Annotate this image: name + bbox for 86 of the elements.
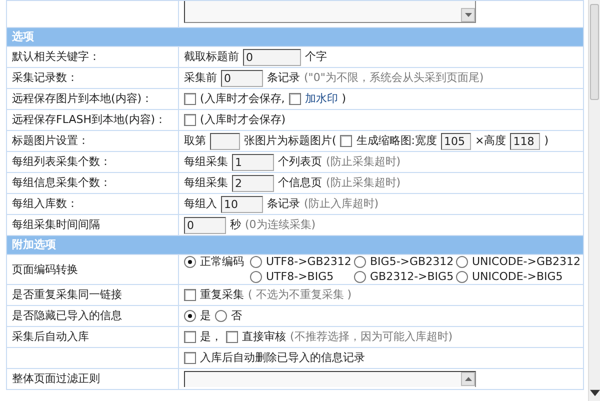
field-label: 页面编码转换 <box>6 254 178 285</box>
option-text: 入库后自动删除已导入的信息记录 <box>200 352 365 364</box>
input-field[interactable]: 0 <box>221 70 263 86</box>
checkbox[interactable] <box>184 352 196 364</box>
option-text: 重复采集 <box>200 289 244 302</box>
field-label: 采集后自动入库 <box>6 326 178 348</box>
option-label: UTF8->GB2312 <box>266 256 352 268</box>
hint-text: (不推荐选择，因为可能入库超时) <box>290 331 453 344</box>
option-text: 个字 <box>305 50 327 64</box>
option-label: BIG5->GB2312 <box>370 256 454 268</box>
hint-text: (防止采集超时) <box>326 156 401 168</box>
option-label: 否 <box>231 310 242 322</box>
watermark-link[interactable]: 加水印 <box>304 92 338 106</box>
section-header: 选项 <box>6 28 584 46</box>
field-label: 采集记录数： <box>6 68 178 88</box>
checkbox[interactable] <box>184 114 196 126</box>
hint-text: (0为连续采集) <box>245 218 316 232</box>
hint-text: ( 不选为不重复采集 ) <box>248 289 352 302</box>
field-label: 远程保存图片到本地(内容)： <box>6 88 178 110</box>
option-text: 直接审核 <box>242 331 286 344</box>
field-label: 默认相关关键字： <box>6 46 178 68</box>
checkbox[interactable] <box>184 93 196 105</box>
option-text: 截取标题前 <box>184 50 239 64</box>
input-field[interactable]: 0 <box>184 216 226 234</box>
option-text: (入库时才会保存) <box>200 114 286 126</box>
scroll-up-icon[interactable] <box>464 377 472 382</box>
option-text: 是， <box>200 331 222 344</box>
option-text: 每组入 <box>184 198 217 210</box>
radio-button[interactable] <box>354 271 366 284</box>
checkbox[interactable] <box>184 289 196 302</box>
field-label: 标题图片设置： <box>6 130 178 152</box>
radio-button[interactable] <box>354 256 366 268</box>
scroll-down-icon[interactable] <box>590 387 600 399</box>
option-text: ) <box>342 92 346 106</box>
field-label: 整体页面过滤正则 <box>6 368 178 390</box>
option-text: 取第 <box>184 134 206 148</box>
input-field[interactable]: 2 <box>232 174 274 192</box>
field-label: 远程保存FLASH到本地(内容)： <box>6 110 178 130</box>
input-field[interactable]: 0 <box>243 48 301 66</box>
option-text: ×高度 <box>475 134 506 148</box>
hint-text: (防止入库超时) <box>304 198 379 210</box>
option-label: UNICODE->BIG5 <box>472 271 563 284</box>
scrollbar[interactable] <box>588 0 600 401</box>
section-header: 附加选项 <box>6 236 584 254</box>
field-label: 是否重复采集同一链接 <box>6 284 178 306</box>
field-label: 每组入库数： <box>6 194 178 214</box>
input-field[interactable] <box>210 132 240 150</box>
option-label: 正常编码 <box>200 256 244 268</box>
checkbox[interactable] <box>184 331 196 344</box>
input-field[interactable]: 118 <box>510 132 540 150</box>
hint-text: ("0"为不限，系统会从头采到页面尾) <box>304 72 484 84</box>
option-text: 每组采集 <box>184 156 228 168</box>
input-field[interactable]: 10 <box>221 196 263 212</box>
option-text: 每组采集 <box>184 176 228 190</box>
input-field[interactable]: 1 <box>232 154 274 170</box>
field-label: 每组列表采集个数： <box>6 152 178 172</box>
checkbox[interactable] <box>226 331 238 344</box>
option-text: 张图片为标题图片( <box>244 134 336 148</box>
option-label: GB2312->BIG5 <box>370 271 454 284</box>
radio-button[interactable] <box>456 256 468 268</box>
hint-text: (防止采集超时) <box>326 176 401 190</box>
scrollbar-thumb[interactable] <box>590 4 599 100</box>
field-label: 每组信息采集个数： <box>6 172 178 194</box>
input-field[interactable]: 105 <box>441 132 472 150</box>
radio-button[interactable] <box>184 256 196 268</box>
option-label: UNICODE->GB2312 <box>472 256 581 268</box>
radio-button[interactable] <box>250 256 262 268</box>
option-label: UTF8->BIG5 <box>266 271 334 284</box>
option-text: 生成缩略图:宽度 <box>356 134 438 148</box>
option-text: 采集前 <box>184 72 217 84</box>
option-text: 条记录 <box>267 198 300 210</box>
option-text: 个信息页 <box>278 176 322 190</box>
option-text: ) <box>544 134 549 148</box>
option-text: (入库时才会保存, <box>200 92 285 106</box>
checkbox[interactable] <box>340 135 352 147</box>
radio-button[interactable] <box>215 310 227 322</box>
option-text: 个列表页 <box>278 156 322 168</box>
radio-button[interactable] <box>250 271 262 284</box>
option-text: 条记录 <box>267 72 300 84</box>
text-area[interactable] <box>184 371 476 388</box>
option-label: 是 <box>200 310 211 322</box>
checkbox[interactable] <box>288 93 301 105</box>
radio-button[interactable] <box>456 271 468 284</box>
option-text: 秒 <box>230 218 241 232</box>
radio-button[interactable] <box>184 310 196 322</box>
field-label: 是否隐藏已导入的信息 <box>6 306 178 327</box>
